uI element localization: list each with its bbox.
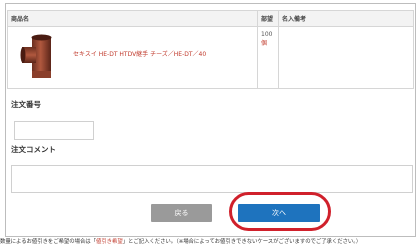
highlight-annotation-circle <box>229 192 331 231</box>
col-header-remarks: 名入備考 <box>278 10 414 27</box>
note-keyword: 値引き希望 <box>95 239 123 245</box>
discount-note: 数量によるお値引きをご希望の場合は「値引き希望」とご記入ください。（※場合によっ… <box>0 237 420 245</box>
order-number-label: 注文番号 <box>11 100 41 109</box>
order-comment-label: 注文コメント <box>11 145 56 154</box>
note-suffix: 」とご記入ください。（※場合によってお値引きできないケースがございますのでご了承… <box>122 239 362 245</box>
order-comment-textarea[interactable] <box>11 165 413 193</box>
order-number-input[interactable] <box>14 121 94 140</box>
remarks-cell <box>278 26 414 89</box>
qty-unit: 個 <box>261 40 268 47</box>
product-name-link[interactable]: セキスイ HE-DT HTDV継手 チーズ／HE-DT／40 <box>73 49 206 58</box>
col-header-qty: 部望 <box>257 10 279 27</box>
pipe-tee-fitting-icon <box>20 34 52 78</box>
qty-value: 100 <box>261 31 273 38</box>
order-form-panel: 商品名 部望 名入備考 セキスイ HE-DT HTDV継手 チーズ／HE-DT／… <box>5 3 416 237</box>
note-prefix: 数量によるお値引きをご希望の場合は「 <box>0 239 96 245</box>
col-header-product: 商品名 <box>7 10 258 27</box>
back-button[interactable]: 戻る <box>151 204 212 222</box>
cart-table: 商品名 部望 名入備考 セキスイ HE-DT HTDV継手 チーズ／HE-DT／… <box>7 10 414 89</box>
product-cell: セキスイ HE-DT HTDV継手 チーズ／HE-DT／40 <box>7 26 258 89</box>
qty-cell: 100 個 <box>257 26 279 89</box>
table-header-row: 商品名 部望 名入備考 <box>7 10 414 27</box>
table-row: セキスイ HE-DT HTDV継手 チーズ／HE-DT／40 100 個 <box>7 26 414 89</box>
